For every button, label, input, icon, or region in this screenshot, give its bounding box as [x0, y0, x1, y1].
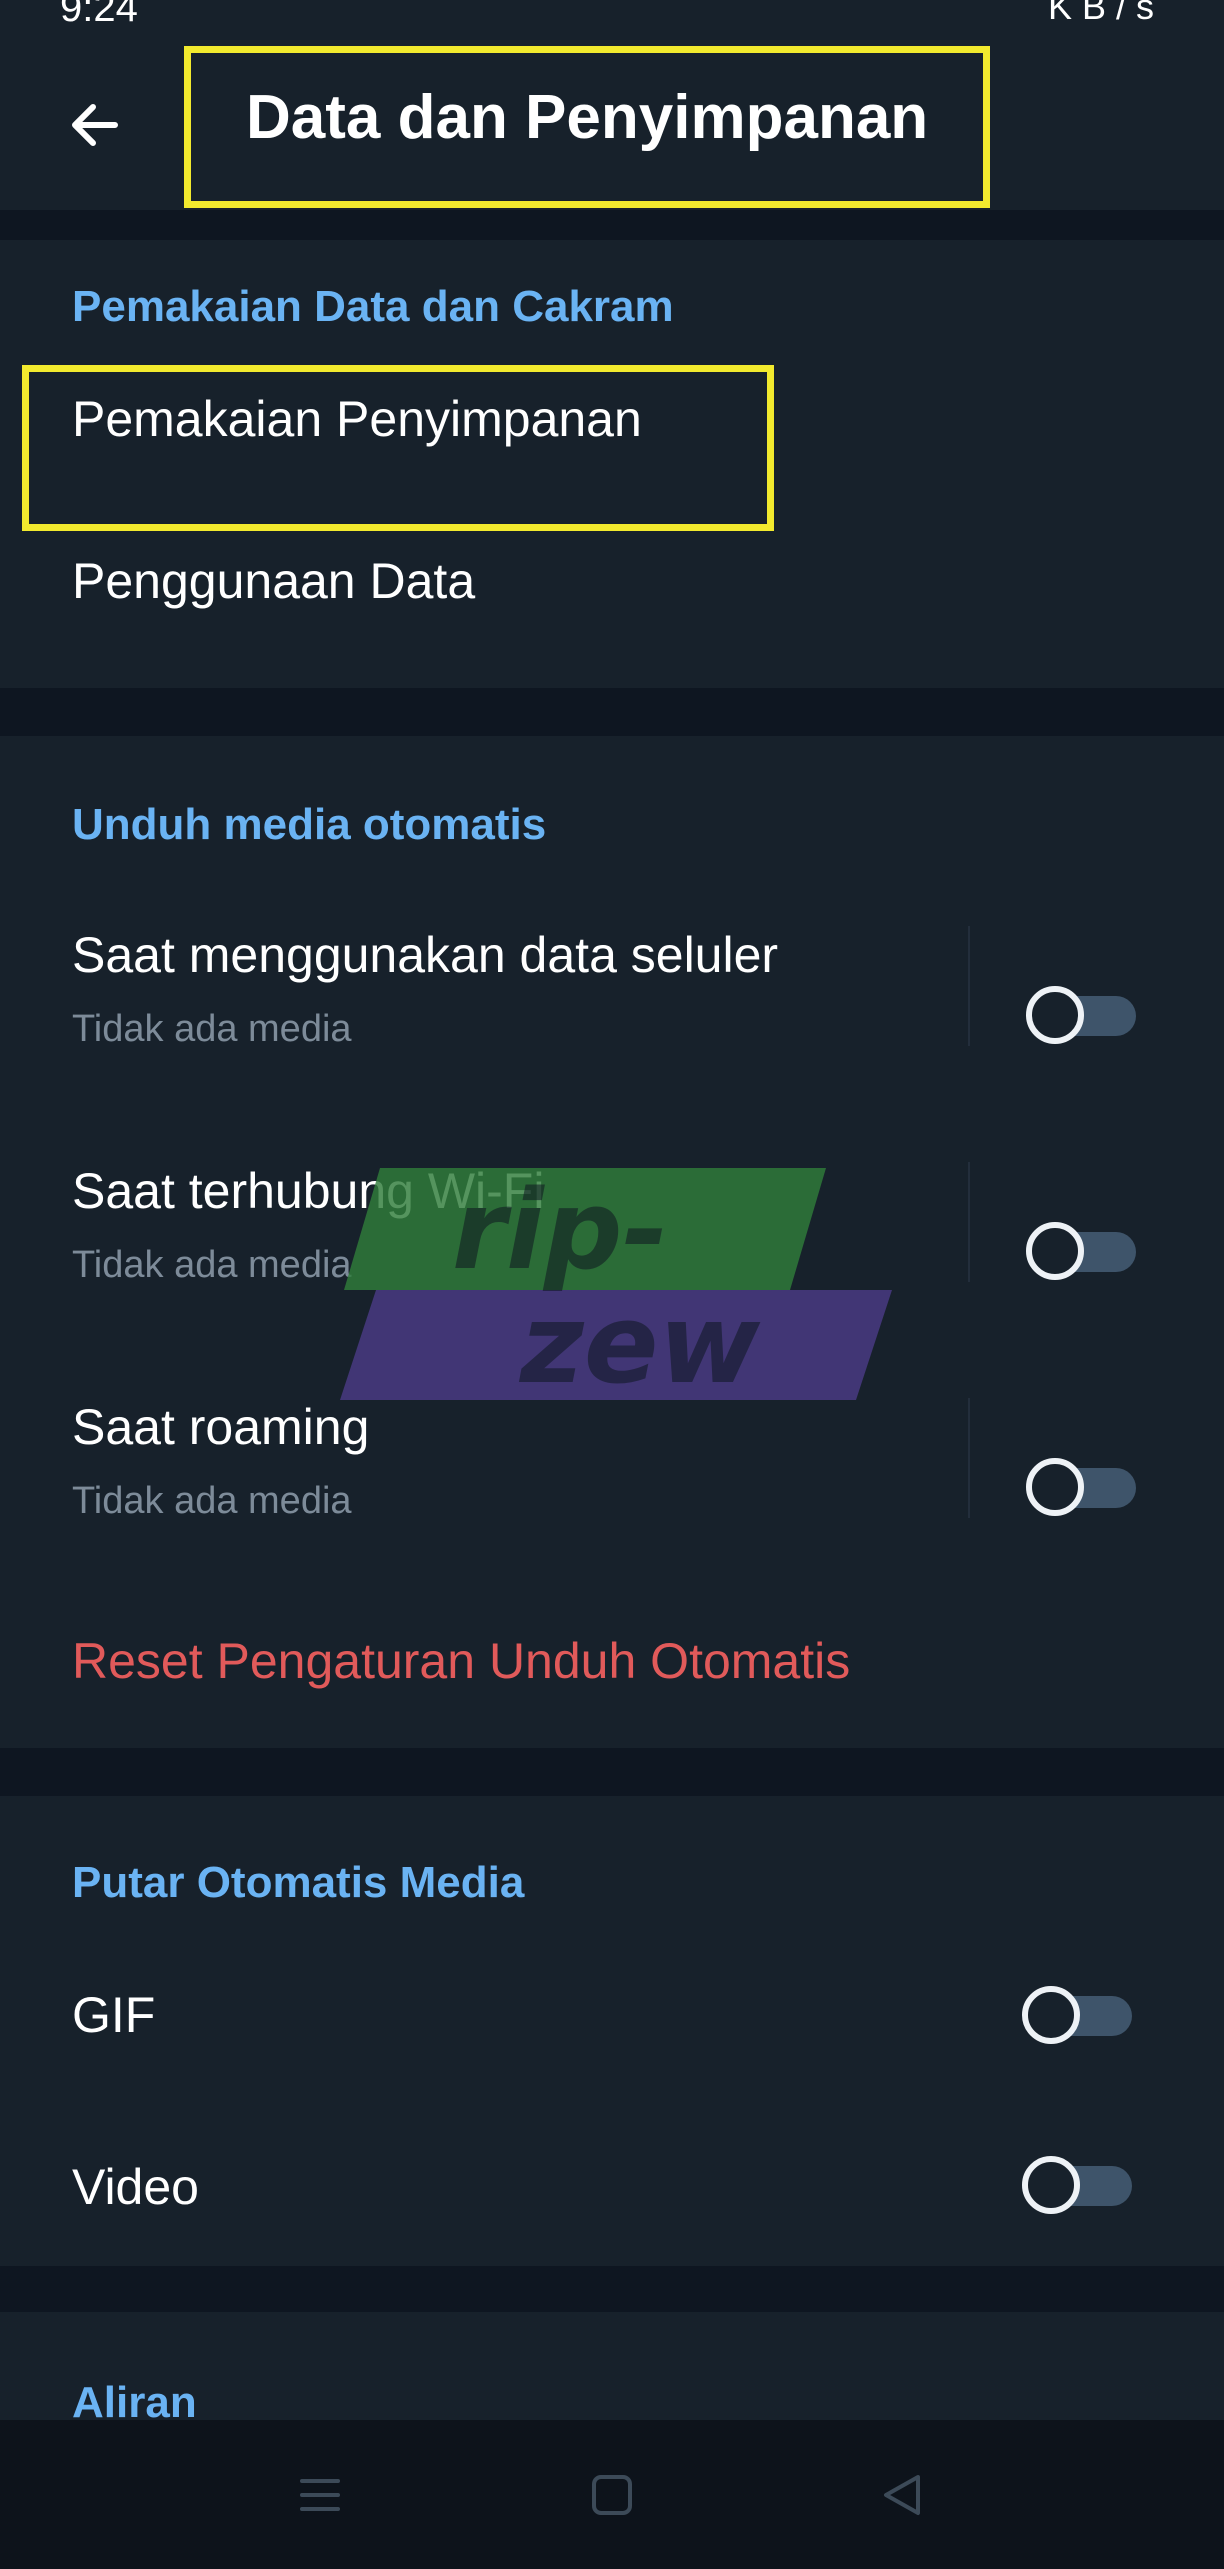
section-header-autoplay: Putar Otomatis Media [72, 1858, 525, 1907]
nav-home-button[interactable] [582, 2465, 642, 2525]
menu-icon [300, 2479, 340, 2511]
roaming-toggle[interactable] [1026, 1458, 1138, 1516]
section-autoplay-media: Putar Otomatis Media GIF Video [0, 1796, 1224, 2266]
wifi-sub: Tidak ada media [72, 1244, 352, 1286]
back-button[interactable] [50, 80, 140, 170]
mobile-data-label: Saat menggunakan data seluler [72, 927, 779, 983]
arrow-left-icon [72, 104, 118, 146]
row-divider [968, 1162, 970, 1282]
auto-download-wifi-item[interactable]: Saat terhubung Wi-Fi Tidak ada media [0, 1122, 1224, 1322]
nav-menu-button[interactable] [290, 2465, 350, 2525]
page-title: Data dan Penyimpanan [246, 83, 929, 152]
autoplay-video-item[interactable]: Video [0, 2106, 1224, 2266]
gif-toggle[interactable] [1022, 1986, 1134, 2044]
status-network-speed: KB/s [1047, 0, 1164, 27]
home-square-icon [592, 2475, 632, 2515]
wifi-toggle[interactable] [1026, 1222, 1138, 1280]
app-bar: Data dan Penyimpanan [0, 30, 1224, 210]
roaming-label: Saat roaming [72, 1399, 370, 1455]
reset-auto-download-button[interactable]: Reset Pengaturan Unduh Otomatis [0, 1596, 1224, 1736]
mobile-data-toggle[interactable] [1026, 986, 1138, 1044]
autoplay-gif-item[interactable]: GIF [0, 1936, 1224, 2096]
toggle-knob [1026, 1458, 1084, 1516]
storage-highlight-box [22, 365, 774, 531]
wifi-label: Saat terhubung Wi-Fi [72, 1163, 545, 1219]
auto-download-mobile-item[interactable]: Saat menggunakan data seluler Tidak ada … [0, 886, 1224, 1086]
section-streaming: Aliran [0, 2312, 1224, 2427]
auto-download-roaming-item[interactable]: Saat roaming Tidak ada media [0, 1358, 1224, 1558]
toggle-knob [1022, 2156, 1080, 2214]
status-bar: 9:24 KB/s [0, 0, 1224, 30]
section-auto-download: Unduh media otomatis Saat menggunakan da… [0, 736, 1224, 1748]
toggle-knob [1022, 1986, 1080, 2044]
data-usage-label: Penggunaan Data [72, 553, 476, 609]
mobile-data-sub: Tidak ada media [72, 1008, 352, 1050]
video-label: Video [72, 2159, 199, 2215]
roaming-sub: Tidak ada media [72, 1480, 352, 1522]
section-header-data-disk: Pemakaian Data dan Cakram [72, 282, 674, 331]
status-time: 9:24 [60, 0, 138, 30]
row-divider [968, 926, 970, 1046]
back-triangle-icon [884, 2475, 920, 2515]
nav-back-button[interactable] [872, 2465, 932, 2525]
data-usage-item[interactable]: Penggunaan Data [0, 510, 1224, 680]
video-toggle[interactable] [1022, 2156, 1134, 2214]
system-nav-bar [0, 2420, 1224, 2569]
row-divider [968, 1398, 970, 1518]
reset-auto-download-label: Reset Pengaturan Unduh Otomatis [72, 1633, 851, 1689]
toggle-knob [1026, 1222, 1084, 1280]
toggle-knob [1026, 986, 1084, 1044]
gif-label: GIF [72, 1987, 156, 2043]
section-header-auto-download: Unduh media otomatis [72, 800, 547, 849]
